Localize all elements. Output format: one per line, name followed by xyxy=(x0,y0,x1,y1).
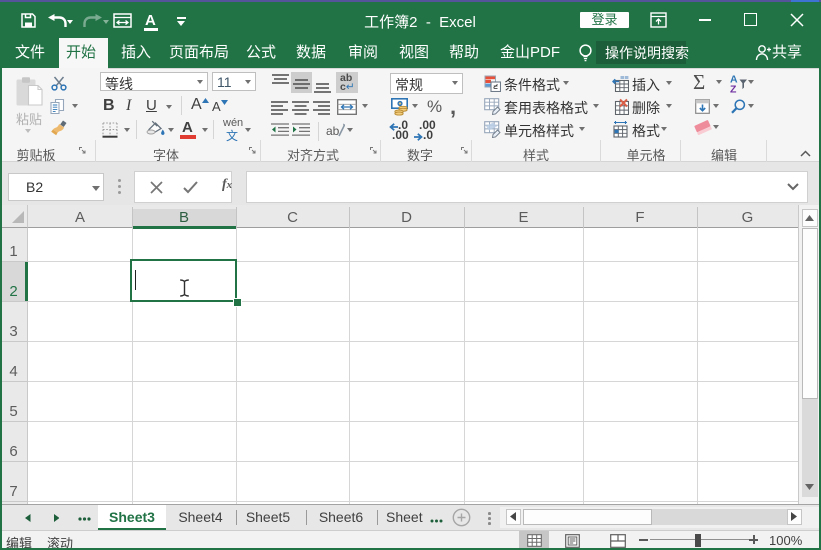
svg-text:Z: Z xyxy=(730,84,737,94)
svg-text:ab: ab xyxy=(326,124,340,138)
